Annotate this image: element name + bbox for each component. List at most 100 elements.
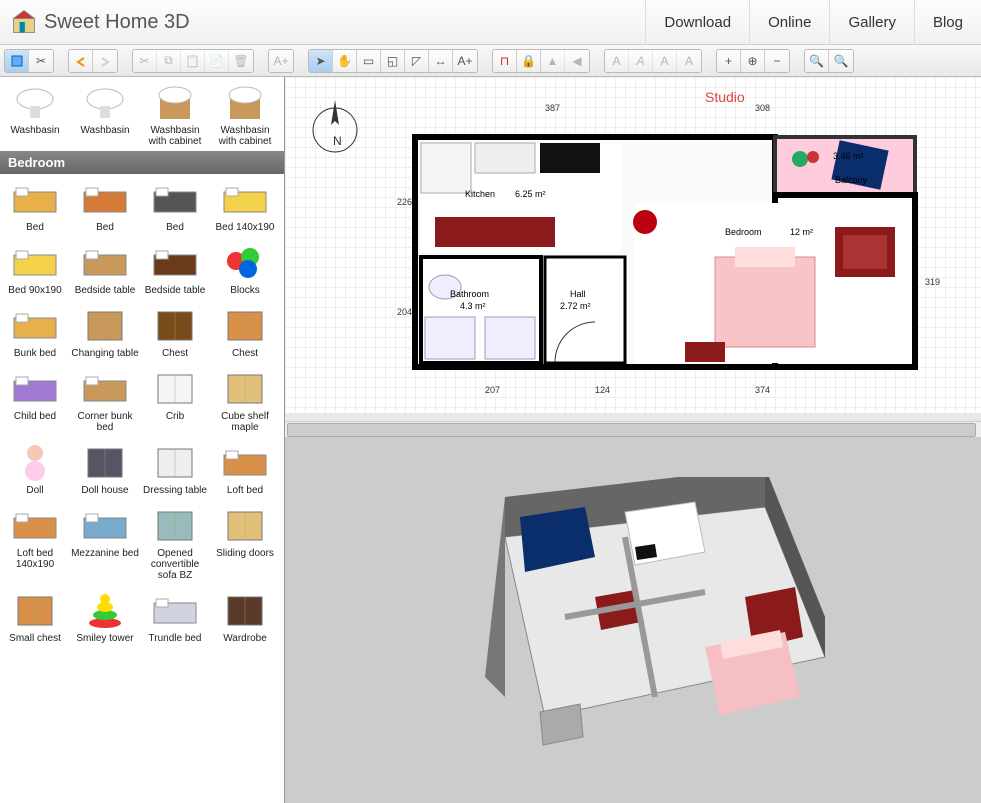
svg-text:Bedroom: Bedroom	[725, 227, 762, 237]
catalog-item[interactable]: Smiley tower	[70, 585, 140, 648]
furniture-thumb-icon	[77, 79, 133, 123]
catalog-item[interactable]: Washbasin	[0, 77, 70, 151]
catalog-item-label: Child bed	[1, 411, 69, 422]
catalog-item[interactable]: Bed 90x190	[0, 237, 70, 300]
category-header-bedroom[interactable]: Bedroom	[0, 151, 284, 174]
catalog-item[interactable]: Small chest	[0, 585, 70, 648]
catalog-item-label: Sliding doors	[211, 548, 279, 559]
catalog-item-label: Loft bed	[211, 485, 279, 496]
redo-button[interactable]	[93, 50, 117, 72]
catalog-item-label: Doll	[1, 485, 69, 496]
paste2-button[interactable]: 📄	[205, 50, 229, 72]
dimension-tool-button[interactable]: ↔	[429, 50, 453, 72]
catalog-item[interactable]: Changing table	[70, 300, 140, 363]
catalog-item[interactable]: Blocks	[210, 237, 280, 300]
catalog-item[interactable]: Washbasin with cabinet	[210, 77, 280, 151]
new-button[interactable]	[5, 50, 29, 72]
furniture-thumb-icon	[7, 502, 63, 546]
increase-button[interactable]: A	[653, 50, 677, 72]
catalog-item-label: Blocks	[211, 285, 279, 296]
undo-button[interactable]	[69, 50, 93, 72]
catalog-item[interactable]: Bedside table	[70, 237, 140, 300]
dim-left2: 204	[397, 307, 412, 317]
svg-text:Hall: Hall	[570, 289, 586, 299]
magnify-in-button[interactable]: 🔍	[805, 50, 829, 72]
pan-tool-button[interactable]: ✋	[333, 50, 357, 72]
magnetism-button[interactable]: ⊓	[493, 50, 517, 72]
catalog-item[interactable]: Chest	[140, 300, 210, 363]
catalog-item[interactable]: Bed	[0, 174, 70, 237]
catalog-item[interactable]: Trundle bed	[140, 585, 210, 648]
zoom-in-button[interactable]: +	[717, 50, 741, 72]
nav-gallery[interactable]: Gallery	[829, 0, 914, 45]
nav-blog[interactable]: Blog	[914, 0, 981, 45]
catalog-item[interactable]: Crib	[140, 363, 210, 437]
catalog-item-label: Bed	[71, 222, 139, 233]
catalog-item-label: Washbasin	[71, 125, 139, 136]
catalog-item[interactable]: Dressing table	[140, 437, 210, 500]
text-tool-button[interactable]: A+	[453, 50, 477, 72]
furniture-catalog[interactable]: WashbasinWashbasinWashbasin with cabinet…	[0, 77, 285, 803]
catalog-item[interactable]: Bedside table	[140, 237, 210, 300]
model-3d	[425, 477, 845, 777]
catalog-item[interactable]: Bunk bed	[0, 300, 70, 363]
zoom-out-button[interactable]: −	[765, 50, 789, 72]
italic-button[interactable]: A	[629, 50, 653, 72]
catalog-item[interactable]: Washbasin with cabinet	[140, 77, 210, 151]
furniture-thumb-icon	[7, 365, 63, 409]
catalog-item[interactable]: Loft bed	[210, 437, 280, 500]
copy-button[interactable]: ⧉	[157, 50, 181, 72]
catalog-item-label: Bed	[141, 222, 209, 233]
catalog-item-label: Washbasin	[1, 125, 69, 136]
catalog-item[interactable]: Doll	[0, 437, 70, 500]
view-3d[interactable]	[285, 437, 981, 803]
polyline-tool-button[interactable]: ◸	[405, 50, 429, 72]
cut-icon[interactable]: ✂	[29, 50, 53, 72]
select-tool-button[interactable]: ➤	[309, 50, 333, 72]
plan-2d-view[interactable]: N Studio	[285, 77, 981, 421]
flip-h-button[interactable]: ▲	[541, 50, 565, 72]
catalog-item[interactable]: Doll house	[70, 437, 140, 500]
furniture-thumb-icon	[77, 176, 133, 220]
plan-scrollbar[interactable]	[285, 421, 981, 437]
decrease-button[interactable]: A	[677, 50, 701, 72]
catalog-item[interactable]: Cube shelf maple	[210, 363, 280, 437]
flip-v-button[interactable]: ◀	[565, 50, 589, 72]
svg-text:Balcony: Balcony	[835, 175, 868, 185]
catalog-item[interactable]: Child bed	[0, 363, 70, 437]
plan-title: Studio	[705, 89, 745, 105]
catalog-item[interactable]: Opened convertible sofa BZ	[140, 500, 210, 585]
catalog-item-label: Mezzanine bed	[71, 548, 139, 559]
bold-button[interactable]: A	[605, 50, 629, 72]
catalog-item[interactable]: Corner bunk bed	[70, 363, 140, 437]
catalog-item[interactable]: Bed 140x190	[210, 174, 280, 237]
catalog-item[interactable]: Washbasin	[70, 77, 140, 151]
catalog-item-label: Bunk bed	[1, 348, 69, 359]
catalog-item[interactable]: Chest	[210, 300, 280, 363]
nav-online[interactable]: Online	[749, 0, 829, 45]
catalog-item[interactable]: Mezzanine bed	[70, 500, 140, 585]
wall-tool-button[interactable]: ▭	[357, 50, 381, 72]
catalog-item[interactable]: Loft bed 140x190	[0, 500, 70, 585]
catalog-item[interactable]: Sliding doors	[210, 500, 280, 585]
paste-button[interactable]: 📋	[181, 50, 205, 72]
catalog-item[interactable]: Bed	[140, 174, 210, 237]
cut-button[interactable]: ✂	[133, 50, 157, 72]
furniture-thumb-icon	[147, 587, 203, 631]
add-level-button[interactable]: ⊕	[741, 50, 765, 72]
furniture-thumb-icon	[147, 239, 203, 283]
floorplan[interactable]: Kitchen6.25 m² Bathroom4.3 m² Hall2.72 m…	[405, 117, 925, 377]
catalog-item-label: Wardrobe	[211, 633, 279, 644]
catalog-item-label: Washbasin with cabinet	[211, 125, 279, 147]
catalog-item[interactable]: Wardrobe	[210, 585, 280, 648]
furniture-thumb-icon	[77, 302, 133, 346]
furniture-thumb-icon	[217, 502, 273, 546]
nav-download[interactable]: Download	[645, 0, 749, 45]
lock-button[interactable]: 🔒	[517, 50, 541, 72]
room-tool-button[interactable]: ◱	[381, 50, 405, 72]
dim-bot3: 374	[755, 385, 770, 395]
delete-button[interactable]: 🗑	[229, 50, 253, 72]
add-furniture-button[interactable]: A+	[269, 50, 293, 72]
magnify-out-button[interactable]: 🔍	[829, 50, 853, 72]
catalog-item[interactable]: Bed	[70, 174, 140, 237]
